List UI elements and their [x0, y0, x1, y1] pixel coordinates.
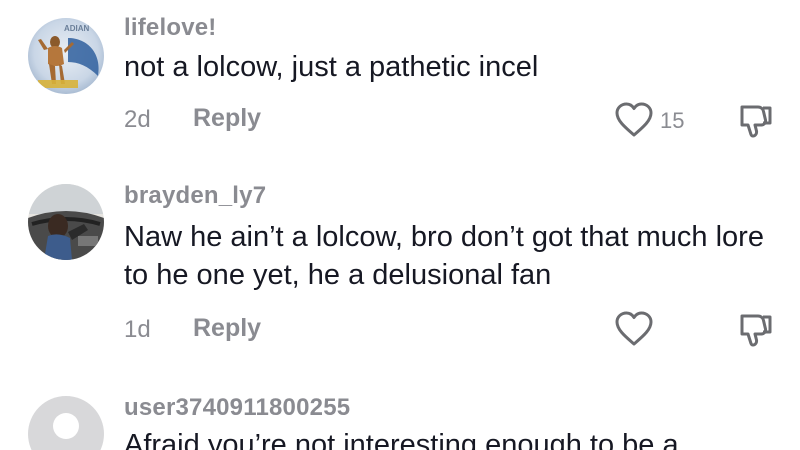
comment-timestamp: 1d — [124, 316, 151, 343]
heart-outline-icon — [615, 311, 653, 346]
comment-username[interactable]: user3740911800255 — [124, 394, 350, 422]
like-button[interactable] — [614, 102, 654, 138]
reply-button[interactable]: Reply — [193, 104, 261, 133]
like-button[interactable] — [614, 311, 654, 347]
avatar[interactable]: ADIAN — [28, 18, 104, 94]
comment-text: Afraid you’re not interesting enough to … — [124, 429, 679, 450]
comments-panel: ADIAN lifelove! not a lolcow, just a pat… — [0, 0, 800, 450]
comment-item: user3740911800255 Afraid you’re not inte… — [0, 378, 800, 450]
thumbs-down-icon — [740, 105, 772, 138]
avatar-photo — [28, 184, 104, 260]
reply-button[interactable]: Reply — [193, 314, 261, 343]
heart-outline-icon — [615, 102, 653, 137]
comment-username[interactable]: brayden_ly7 — [124, 182, 266, 210]
avatar-badge-text: ADIAN — [64, 24, 90, 33]
avatar[interactable] — [28, 396, 104, 450]
like-count: 15 — [660, 108, 685, 133]
comment-item: brayden_ly7 Naw he ain’t a lolcow, bro d… — [0, 168, 800, 368]
comment-item: ADIAN lifelove! not a lolcow, just a pat… — [0, 0, 800, 150]
dislike-button[interactable] — [736, 101, 774, 139]
comment-username[interactable]: lifelove! — [124, 14, 217, 42]
avatar[interactable] — [28, 184, 104, 260]
comment-text: not a lolcow, just a pathetic incel — [124, 51, 539, 83]
default-user-icon — [28, 396, 104, 450]
avatar-photo: ADIAN — [28, 18, 104, 94]
comment-timestamp: 2d — [124, 106, 151, 133]
dislike-button[interactable] — [736, 310, 774, 348]
thumbs-down-icon — [740, 314, 772, 347]
comment-text: Naw he ain’t a lolcow, bro don’t got tha… — [124, 221, 764, 291]
